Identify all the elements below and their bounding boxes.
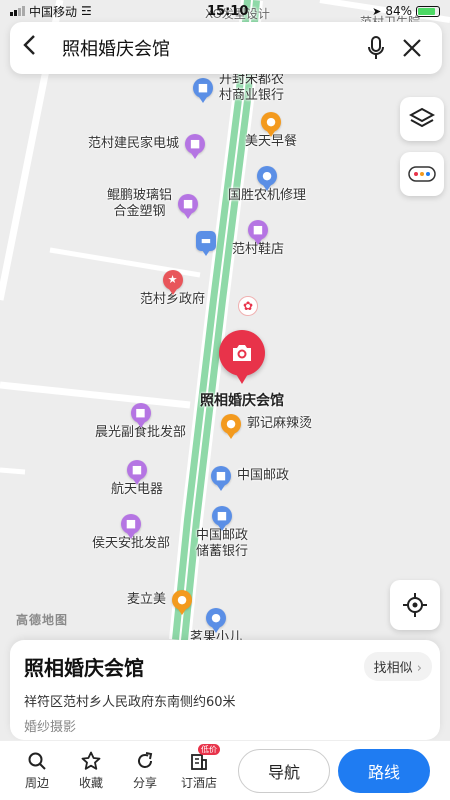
food-icon: ● [172, 590, 193, 615]
locate-me-button[interactable] [390, 580, 440, 630]
food-icon: ● [221, 414, 241, 439]
telecom-icon: ✿ [238, 296, 258, 316]
poi-label: 郭记麻辣烫 [247, 416, 313, 431]
poi-label: 中国邮政 [237, 468, 290, 483]
star-icon [81, 750, 101, 772]
back-button[interactable] [22, 33, 54, 63]
poi-label: 中国邮政 储蓄银行 [196, 528, 249, 559]
poi-label: 开封宋都农 村商业银行 [219, 72, 285, 103]
dots-icon [408, 166, 436, 182]
post-icon: ■ [211, 466, 231, 491]
location-arrow-icon: ➤ [372, 4, 382, 18]
hotel-button[interactable]: 低价 订酒店 [172, 744, 226, 791]
microphone-icon [368, 36, 384, 59]
map-logo: 高德地图 [16, 613, 69, 627]
place-category: 婚纱摄影 [24, 720, 77, 735]
bank-icon: ■ [212, 506, 232, 531]
poi-grocery[interactable]: ■ 晨光副食批发部 [95, 403, 186, 441]
poi-wholesale[interactable]: ■ 侯天安批发部 [92, 514, 170, 552]
poi-government[interactable]: ★ 范村乡政府 [140, 270, 205, 308]
layers-icon [409, 107, 435, 128]
share-icon [135, 750, 155, 772]
voice-button[interactable] [358, 36, 394, 60]
find-similar-button[interactable]: 找相似 › [363, 652, 432, 681]
poi-breakfast[interactable]: ● 美天早餐 [245, 112, 297, 150]
chevron-right-icon: › [416, 661, 422, 676]
bank-icon: ■ [193, 78, 213, 103]
battery-percent: 84% [385, 4, 412, 18]
poi-shoes[interactable]: ■ 范村鞋店 [232, 220, 284, 258]
location-icon: ● [206, 608, 226, 633]
chevron-left-icon [23, 35, 35, 55]
status-right: ➤ 84% [372, 4, 440, 18]
hotel-label: 订酒店 [180, 776, 217, 790]
poi-postal-bank[interactable]: ■ 中国邮政 储蓄银行 [196, 506, 248, 560]
nearby-button[interactable]: 周边 [10, 750, 64, 791]
poi-label: 范村建民家电城 [88, 136, 180, 151]
selected-place-label: 照相婚庆会馆 [200, 393, 284, 409]
poi-mailimei[interactable]: 麦立美 ● [127, 590, 193, 615]
status-bar: 中国移动 ☲ 15:10 ➤ 84% [0, 0, 450, 22]
shop-icon: ■ [127, 460, 147, 485]
location-icon: ● [257, 166, 277, 191]
selected-place-marker[interactable]: 照相婚庆会馆 [200, 330, 284, 410]
shop-icon: ■ [130, 403, 151, 428]
government-icon: ★ [162, 270, 183, 295]
route-button[interactable]: 路线 [338, 748, 430, 793]
locate-icon [403, 593, 427, 617]
food-icon: ● [261, 112, 281, 137]
poi-appliance[interactable]: 范村建民家电城 ■ [88, 134, 206, 159]
poi-bank[interactable]: ■ 开封宋都农 村商业银行 [193, 72, 284, 104]
signal-icon [10, 6, 25, 16]
search-bar[interactable]: 照相婚庆会馆 [10, 22, 442, 74]
poi-glass[interactable]: 鲲鹏玻璃铝 合金塑钢 ■ [107, 188, 199, 220]
bottom-toolbar: 周边 收藏 分享 低价 订酒店 导航 路线 [0, 740, 450, 800]
favorite-button[interactable]: 收藏 [64, 750, 118, 791]
navigate-label: 导航 [267, 762, 300, 782]
layers-button[interactable] [400, 97, 444, 141]
shop-icon: ■ [248, 220, 268, 245]
clock: 15:10 [207, 3, 249, 19]
poi-aerospace[interactable]: ■ 航天电器 [111, 460, 163, 498]
place-card[interactable]: 照相婚庆会馆 祥符区范村乡人民政府东南侧约60米 婚纱摄影 找相似 › [10, 640, 440, 740]
share-label: 分享 [132, 776, 157, 790]
shop-icon: ■ [178, 194, 199, 219]
close-button[interactable] [394, 38, 430, 58]
more-tools-button[interactable] [400, 152, 444, 196]
navigate-button[interactable]: 导航 [238, 748, 330, 793]
poi-post[interactable]: ■ 中国邮政 [211, 466, 290, 491]
wifi-icon: ☲ [81, 4, 92, 18]
hotel-badge: 低价 [198, 744, 220, 755]
poi-malatang[interactable]: ● 郭记麻辣烫 [221, 414, 313, 439]
search-query[interactable]: 照相婚庆会馆 [62, 35, 358, 61]
poi-unicom[interactable]: ✿ [238, 296, 258, 316]
route-label: 路线 [367, 762, 400, 782]
poi-label: 麦立美 [127, 592, 167, 607]
carrier-name: 中国移动 [29, 4, 78, 19]
poi-machinery[interactable]: ● 国胜农机修理 [228, 166, 306, 204]
battery-icon [416, 5, 440, 17]
bus-stop[interactable]: ▬ [196, 231, 216, 256]
carrier: 中国移动 ☲ [10, 3, 92, 20]
poi-label: 鲲鹏玻璃铝 合金塑钢 [107, 188, 173, 219]
place-address: 祥符区范村乡人民政府东南侧约60米 [24, 695, 236, 710]
find-similar-label: 找相似 [373, 661, 413, 676]
search-icon [27, 750, 47, 772]
shop-icon: ■ [185, 134, 206, 159]
shop-icon: ■ [121, 514, 141, 539]
favorite-label: 收藏 [78, 776, 103, 790]
bus-stop-icon: ▬ [196, 231, 216, 256]
share-button[interactable]: 分享 [118, 750, 172, 791]
camera-icon [219, 330, 265, 384]
nearby-label: 周边 [24, 776, 49, 790]
close-icon [403, 39, 421, 57]
